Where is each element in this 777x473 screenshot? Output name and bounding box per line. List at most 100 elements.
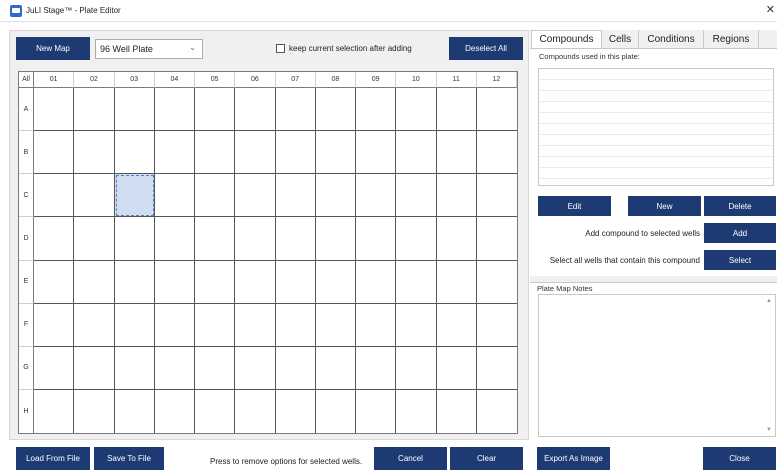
edit-compound-button[interactable]: Edit [538, 196, 611, 216]
well-A07[interactable] [275, 88, 316, 132]
well-C03[interactable] [114, 174, 155, 218]
well-E01[interactable] [34, 260, 75, 304]
delete-compound-button[interactable]: Delete [704, 196, 776, 216]
well-D02[interactable] [74, 217, 115, 261]
well-F07[interactable] [275, 303, 316, 347]
well-A05[interactable] [195, 88, 236, 132]
well-A01[interactable] [34, 88, 75, 132]
keep-selection-checkbox[interactable] [276, 44, 285, 53]
tab-compounds[interactable]: Compounds [531, 30, 602, 48]
well-B04[interactable] [154, 131, 195, 175]
well-F03[interactable] [114, 303, 155, 347]
well-A12[interactable] [476, 88, 517, 132]
close-icon[interactable]: ✕ [766, 3, 775, 16]
well-E03[interactable] [114, 260, 155, 304]
row-header-C[interactable]: C [19, 174, 34, 218]
scroll-up-icon[interactable]: ▲ [766, 298, 772, 304]
well-G04[interactable] [154, 346, 195, 390]
tab-cells[interactable]: Cells [602, 30, 639, 48]
well-G03[interactable] [114, 346, 155, 390]
column-header-04[interactable]: 04 [154, 72, 195, 88]
tab-conditions[interactable]: Conditions [639, 30, 704, 48]
notes-textarea[interactable] [538, 294, 776, 437]
new-compound-button[interactable]: New [628, 196, 701, 216]
well-H07[interactable] [276, 389, 316, 433]
column-header-02[interactable]: 02 [74, 72, 115, 88]
well-A09[interactable] [356, 88, 397, 132]
well-D01[interactable] [34, 217, 75, 261]
well-A06[interactable] [235, 88, 276, 132]
row-header-H[interactable]: H [19, 389, 34, 433]
compound-list[interactable] [538, 68, 774, 186]
well-C05[interactable] [195, 174, 236, 218]
well-C01[interactable] [34, 174, 75, 218]
add-compound-button[interactable]: Add [704, 223, 776, 243]
well-G11[interactable] [436, 346, 477, 390]
well-C11[interactable] [436, 174, 477, 218]
row-header-D[interactable]: D [19, 217, 34, 261]
well-D07[interactable] [275, 217, 316, 261]
well-D12[interactable] [476, 217, 517, 261]
well-D09[interactable] [356, 217, 397, 261]
column-header-01[interactable]: 01 [34, 72, 75, 88]
well-H11[interactable] [437, 389, 477, 433]
column-header-07[interactable]: 07 [275, 72, 316, 88]
well-D10[interactable] [396, 217, 437, 261]
well-D06[interactable] [235, 217, 276, 261]
well-H01[interactable] [34, 389, 75, 433]
well-E07[interactable] [275, 260, 316, 304]
row-header-E[interactable]: E [19, 260, 34, 304]
well-A08[interactable] [315, 88, 356, 132]
well-F01[interactable] [34, 303, 75, 347]
well-G10[interactable] [396, 346, 437, 390]
well-F11[interactable] [436, 303, 477, 347]
well-B06[interactable] [235, 131, 276, 175]
row-header-F[interactable]: F [19, 303, 34, 347]
well-G02[interactable] [74, 346, 115, 390]
well-C08[interactable] [315, 174, 356, 218]
well-F06[interactable] [235, 303, 276, 347]
well-C02[interactable] [74, 174, 115, 218]
well-H03[interactable] [115, 389, 155, 433]
row-header-G[interactable]: G [19, 346, 34, 390]
export-as-image-button[interactable]: Export As Image [537, 447, 610, 470]
well-E08[interactable] [315, 260, 356, 304]
well-E12[interactable] [476, 261, 517, 304]
well-B08[interactable] [315, 131, 356, 175]
close-button[interactable]: Close [703, 447, 776, 470]
well-A10[interactable] [396, 88, 437, 132]
well-E09[interactable] [356, 260, 397, 304]
well-E11[interactable] [436, 260, 477, 304]
well-F04[interactable] [154, 303, 195, 347]
well-B11[interactable] [436, 131, 477, 175]
well-E04[interactable] [154, 260, 195, 304]
well-A02[interactable] [74, 88, 115, 132]
well-B03[interactable] [114, 131, 155, 175]
well-B01[interactable] [34, 131, 75, 175]
well-G07[interactable] [275, 346, 316, 390]
well-G05[interactable] [195, 346, 236, 390]
well-E02[interactable] [74, 260, 115, 304]
well-F02[interactable] [74, 303, 115, 347]
well-C12[interactable] [476, 174, 517, 218]
column-header-06[interactable]: 06 [235, 72, 276, 88]
well-G01[interactable] [34, 346, 75, 390]
row-header-B[interactable]: B [19, 131, 34, 175]
well-H04[interactable] [155, 389, 195, 433]
well-C04[interactable] [154, 174, 195, 218]
select-all-corner[interactable]: All [19, 72, 34, 88]
well-E10[interactable] [396, 260, 437, 304]
well-B05[interactable] [195, 131, 236, 175]
well-C07[interactable] [275, 174, 316, 218]
well-H06[interactable] [235, 389, 276, 433]
well-G08[interactable] [315, 346, 356, 390]
clear-button[interactable]: Clear [450, 447, 523, 470]
well-G12[interactable] [476, 347, 517, 390]
well-E06[interactable] [235, 260, 276, 304]
well-F08[interactable] [315, 303, 356, 347]
well-C10[interactable] [396, 174, 437, 218]
row-header-A[interactable]: A [19, 88, 34, 132]
well-F09[interactable] [356, 303, 397, 347]
well-H10[interactable] [396, 389, 437, 433]
column-header-12[interactable]: 12 [476, 72, 517, 88]
